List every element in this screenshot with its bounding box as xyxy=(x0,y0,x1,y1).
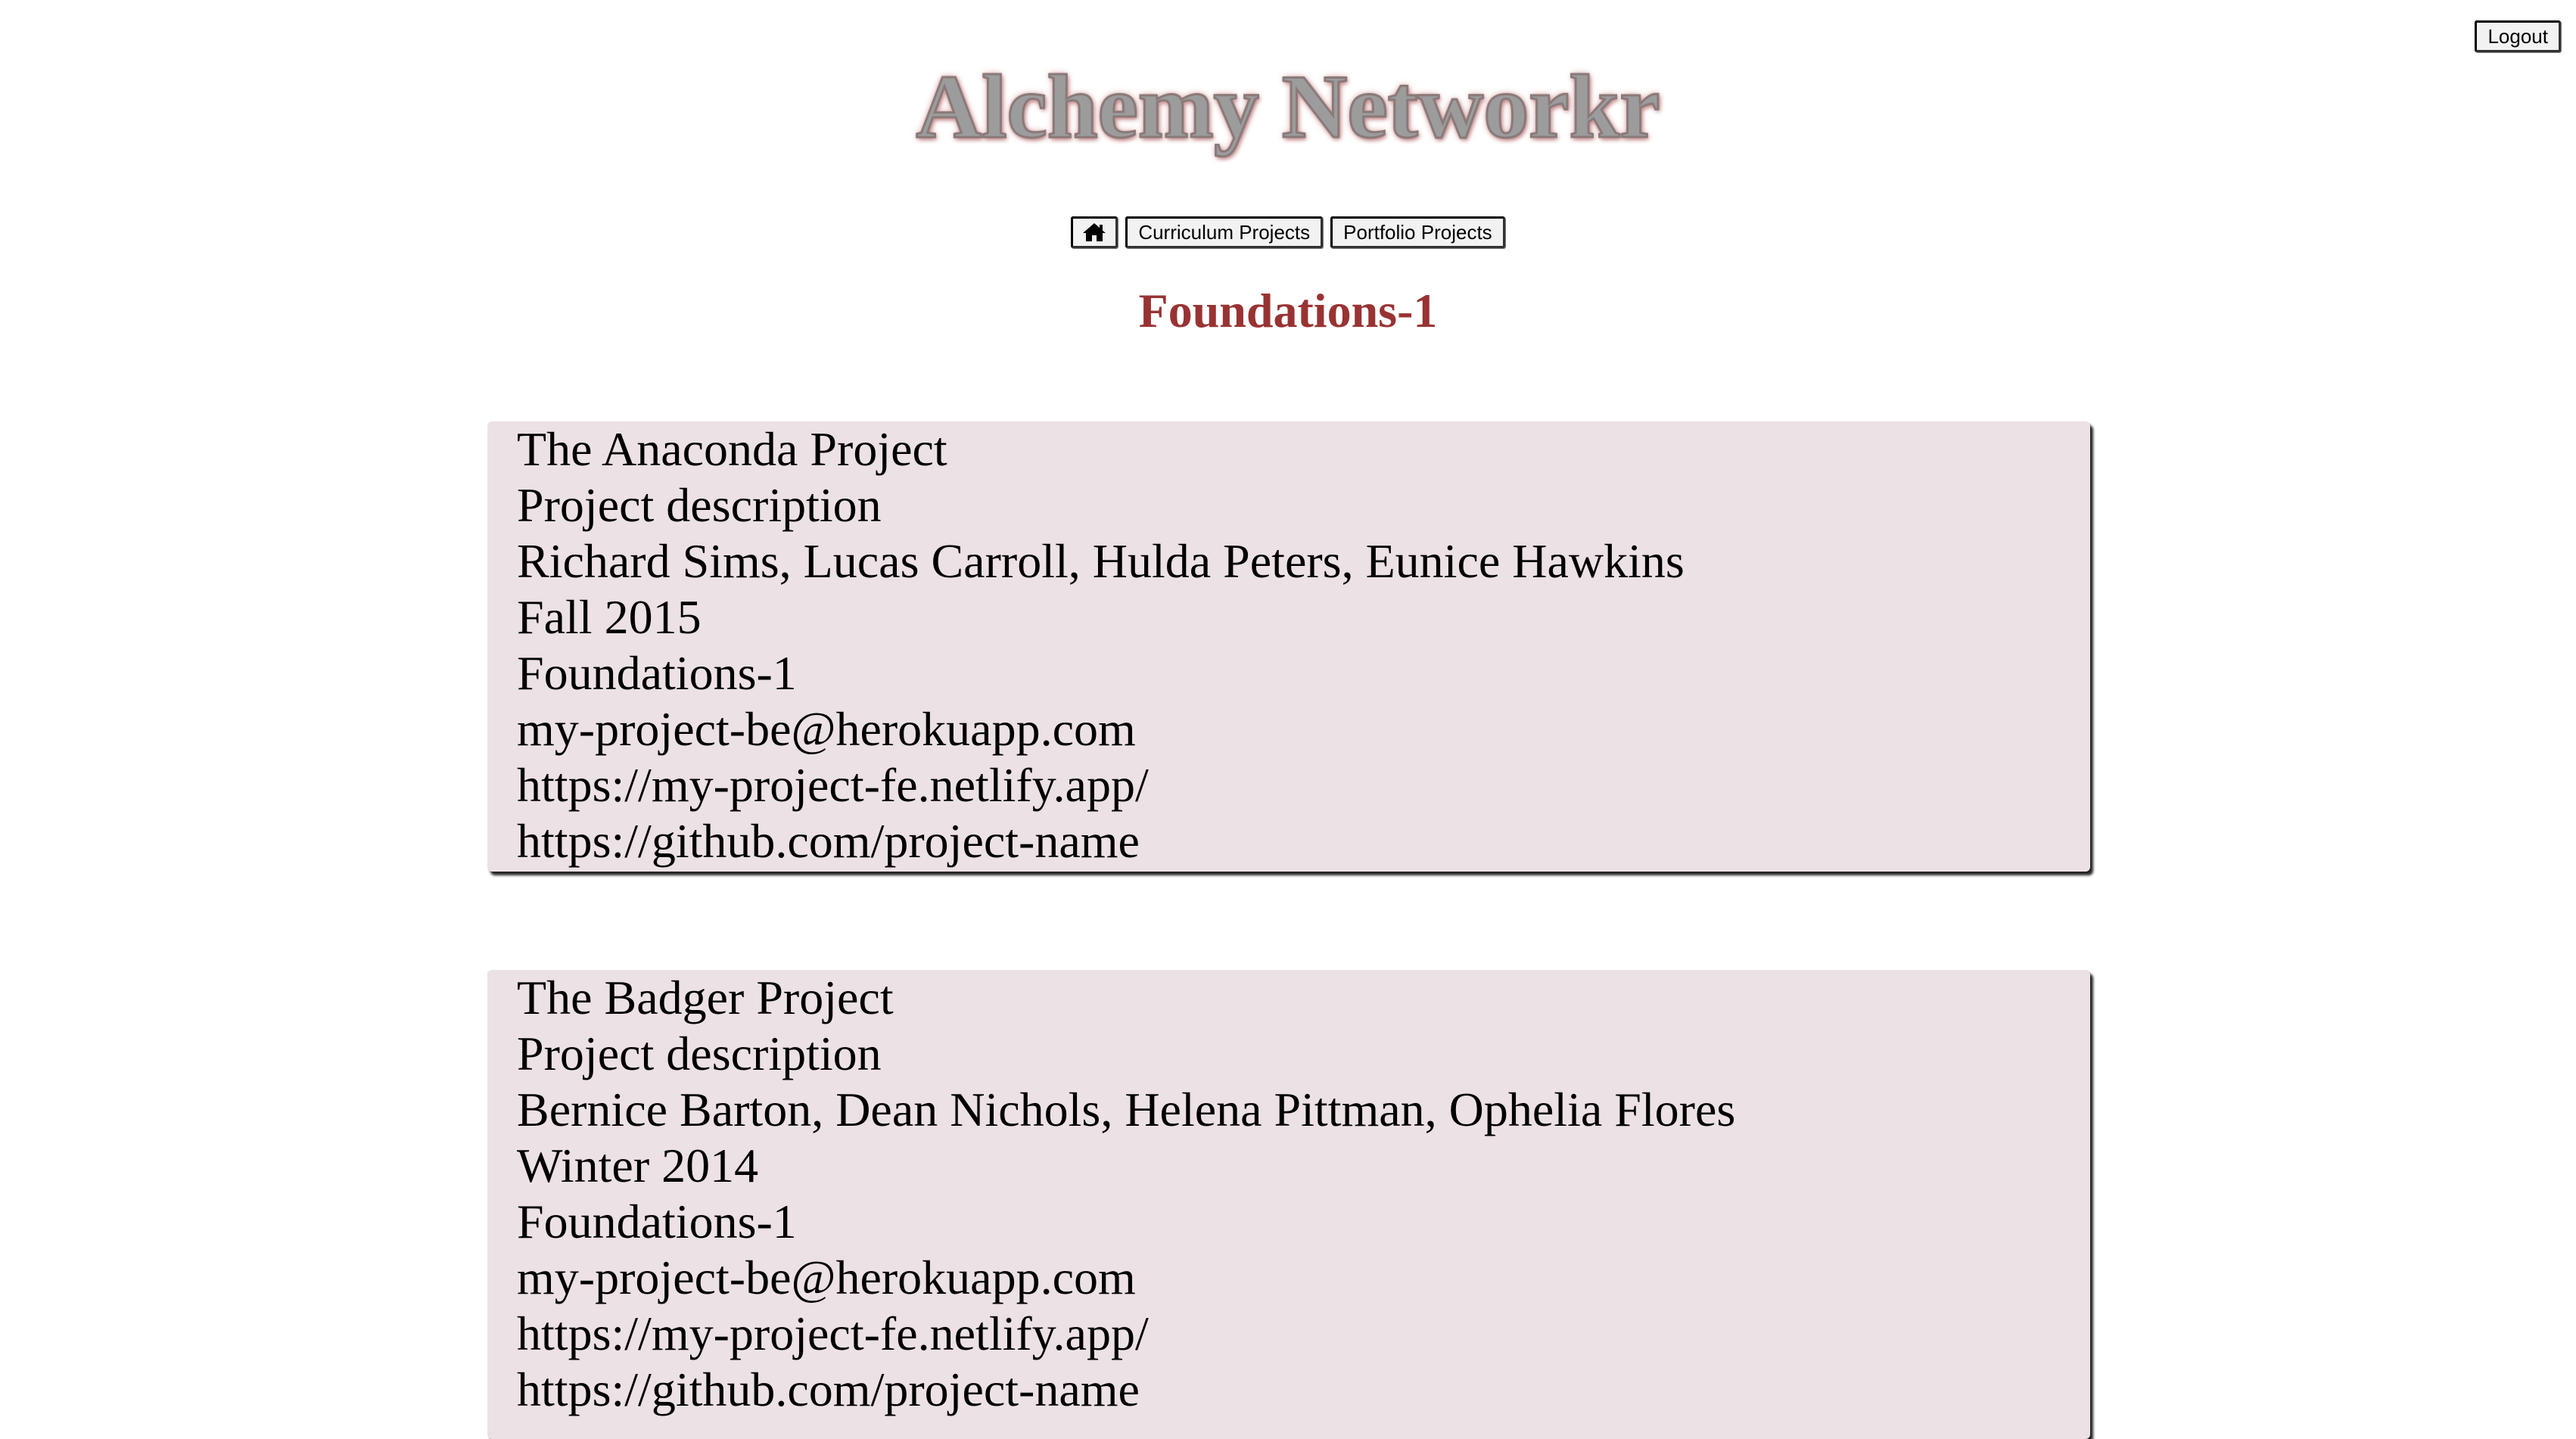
project-backend: my-project-be@herokuapp.com xyxy=(517,1251,1136,1304)
project-curriculum: Foundations-1 xyxy=(517,1195,797,1248)
project-card[interactable]: The Badger Project Project description B… xyxy=(487,970,2090,1439)
project-frontend: https://my-project-fe.netlify.app/ xyxy=(517,758,1149,812)
project-description: Project description xyxy=(517,1027,882,1080)
project-members: Bernice Barton, Dean Nichols, Helena Pit… xyxy=(517,1083,1736,1136)
project-curriculum: Foundations-1 xyxy=(517,646,797,700)
project-name: The Badger Project xyxy=(517,971,894,1024)
project-github: https://github.com/project-name xyxy=(517,814,1140,868)
project-card[interactable]: The Anaconda Project Project description… xyxy=(487,421,2090,872)
project-cohort: Fall 2015 xyxy=(517,590,702,644)
project-members: Richard Sims, Lucas Carroll, Hulda Peter… xyxy=(517,534,1685,588)
curriculum-projects-button[interactable]: Curriculum Projects xyxy=(1125,216,1324,248)
section-heading: Foundations-1 xyxy=(1138,284,1438,337)
portfolio-projects-button[interactable]: Portfolio Projects xyxy=(1330,216,1505,248)
home-icon xyxy=(1083,223,1106,241)
project-name: The Anaconda Project xyxy=(517,422,947,476)
project-frontend: https://my-project-fe.netlify.app/ xyxy=(517,1307,1149,1360)
app-title: Alchemy Networkr xyxy=(915,55,1661,158)
project-github: https://github.com/project-name xyxy=(517,1363,1140,1416)
project-backend: my-project-be@herokuapp.com xyxy=(517,702,1136,756)
project-cohort: Winter 2014 xyxy=(517,1139,759,1192)
main-nav: Curriculum Projects Portfolio Projects xyxy=(0,216,2576,248)
home-button[interactable] xyxy=(1071,216,1118,248)
project-description: Project description xyxy=(517,478,882,532)
logout-button[interactable]: Logout xyxy=(2475,20,2561,52)
